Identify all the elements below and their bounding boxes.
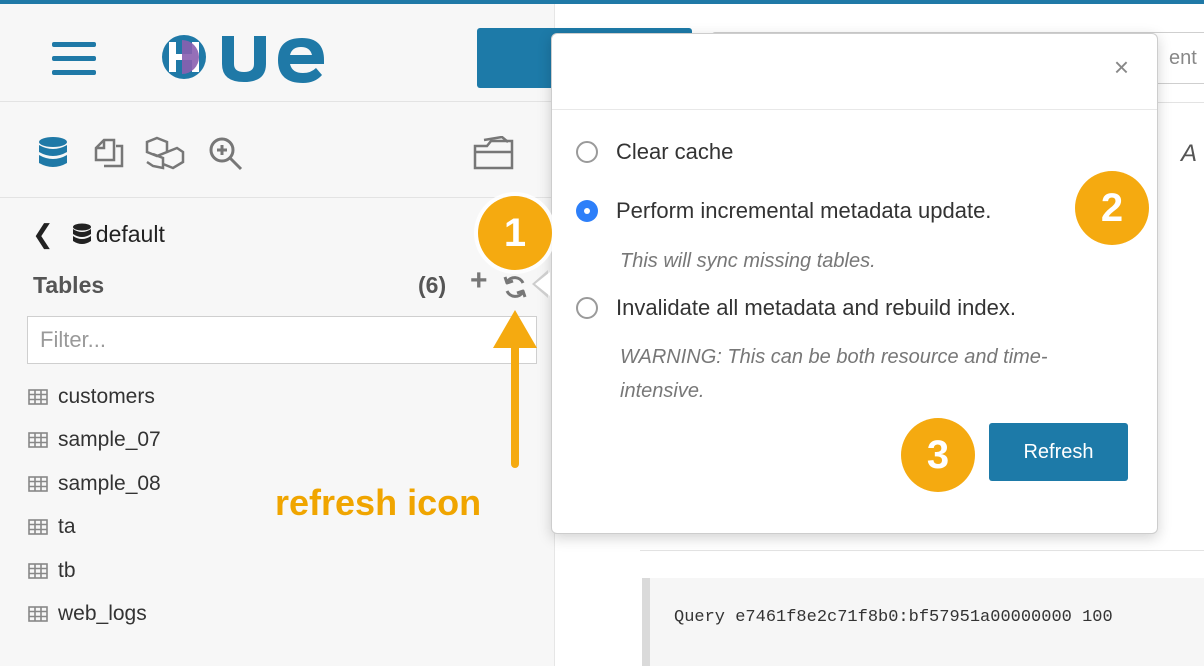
option-label: Invalidate all metadata and rebuild inde… bbox=[616, 295, 1016, 320]
popover-pointer-inner bbox=[535, 272, 550, 296]
table-icon bbox=[28, 432, 48, 449]
table-name: sample_07 bbox=[58, 428, 161, 452]
table-list-item[interactable]: customers bbox=[28, 375, 161, 419]
refresh-button[interactable]: Refresh bbox=[989, 423, 1128, 481]
option-label: Perform incremental metadata update. bbox=[616, 198, 992, 223]
tables-count: (6) bbox=[418, 272, 447, 298]
table-name: sample_08 bbox=[58, 471, 161, 495]
tables-heading: Tables bbox=[33, 272, 105, 298]
option-warning-text: WARNING: This can be both resource and t… bbox=[620, 346, 1048, 402]
search-placeholder-fragment: ent bbox=[1169, 47, 1197, 69]
table-icon bbox=[28, 606, 48, 623]
left-assist-panel: ❮ default Tables (6) + customers sample_… bbox=[0, 4, 555, 666]
step-badge-3: 3 bbox=[901, 418, 975, 492]
refresh-icon-annotation: refresh icon bbox=[275, 482, 482, 523]
database-icon[interactable] bbox=[37, 136, 69, 170]
divider bbox=[640, 550, 1204, 551]
refresh-icon[interactable] bbox=[502, 274, 528, 300]
table-name: tb bbox=[58, 558, 76, 582]
hamburger-menu-icon[interactable] bbox=[52, 42, 96, 76]
option-incremental-update[interactable]: Perform incremental metadata update. bbox=[576, 198, 991, 224]
radio-button[interactable] bbox=[576, 141, 598, 163]
table-icon bbox=[28, 388, 48, 405]
table-list-item[interactable]: sample_07 bbox=[28, 419, 161, 463]
table-list-item[interactable]: tb bbox=[28, 549, 161, 593]
hue-logo[interactable] bbox=[160, 28, 350, 84]
popover-header: × bbox=[552, 34, 1157, 110]
table-name: ta bbox=[58, 515, 76, 539]
option-invalidate-all[interactable]: Invalidate all metadata and rebuild inde… bbox=[576, 295, 1016, 321]
table-name: customers bbox=[58, 384, 155, 408]
table-list-item[interactable]: ta bbox=[28, 506, 161, 550]
plus-icon[interactable]: + bbox=[470, 266, 488, 296]
table-list: customers sample_07 sample_08 ta tb web_… bbox=[28, 375, 161, 636]
top-navigation-bar bbox=[0, 4, 555, 102]
documents-icon[interactable] bbox=[92, 136, 126, 170]
chevron-left-icon[interactable]: ❮ bbox=[32, 221, 54, 247]
table-icon bbox=[28, 562, 48, 579]
table-name: web_logs bbox=[58, 602, 147, 626]
database-breadcrumb[interactable]: ❮ default bbox=[32, 218, 165, 250]
table-list-item[interactable]: web_logs bbox=[28, 593, 161, 637]
table-icon bbox=[28, 475, 48, 492]
table-icon bbox=[28, 519, 48, 536]
radio-button-checked[interactable] bbox=[576, 200, 598, 222]
query-log-output: Query e7461f8e2c71f8b0:bf57951a00000000 … bbox=[642, 578, 1204, 666]
option-clear-cache[interactable]: Clear cache bbox=[576, 139, 733, 165]
hbase-cubes-icon[interactable] bbox=[145, 136, 185, 170]
table-filter-input[interactable] bbox=[27, 316, 537, 364]
radio-button[interactable] bbox=[576, 297, 598, 319]
database-name: default bbox=[95, 220, 165, 247]
annotation-arrow-up-icon bbox=[493, 310, 537, 468]
option-help-text: This will sync missing tables. bbox=[620, 250, 876, 272]
search-plus-icon[interactable] bbox=[208, 136, 244, 172]
option-label: Clear cache bbox=[616, 139, 734, 164]
folder-icon[interactable] bbox=[472, 136, 518, 172]
step-badge-2: 2 bbox=[1075, 171, 1149, 245]
close-icon[interactable]: × bbox=[1114, 54, 1129, 80]
log-line: Query e7461f8e2c71f8b0:bf57951a00000000 … bbox=[674, 608, 1113, 627]
table-list-item[interactable]: sample_08 bbox=[28, 462, 161, 506]
step-badge-1: 1 bbox=[478, 196, 552, 270]
database-icon bbox=[72, 223, 91, 244]
assist-panel-tabs bbox=[0, 102, 555, 198]
partial-header-text: A bbox=[1181, 140, 1198, 167]
